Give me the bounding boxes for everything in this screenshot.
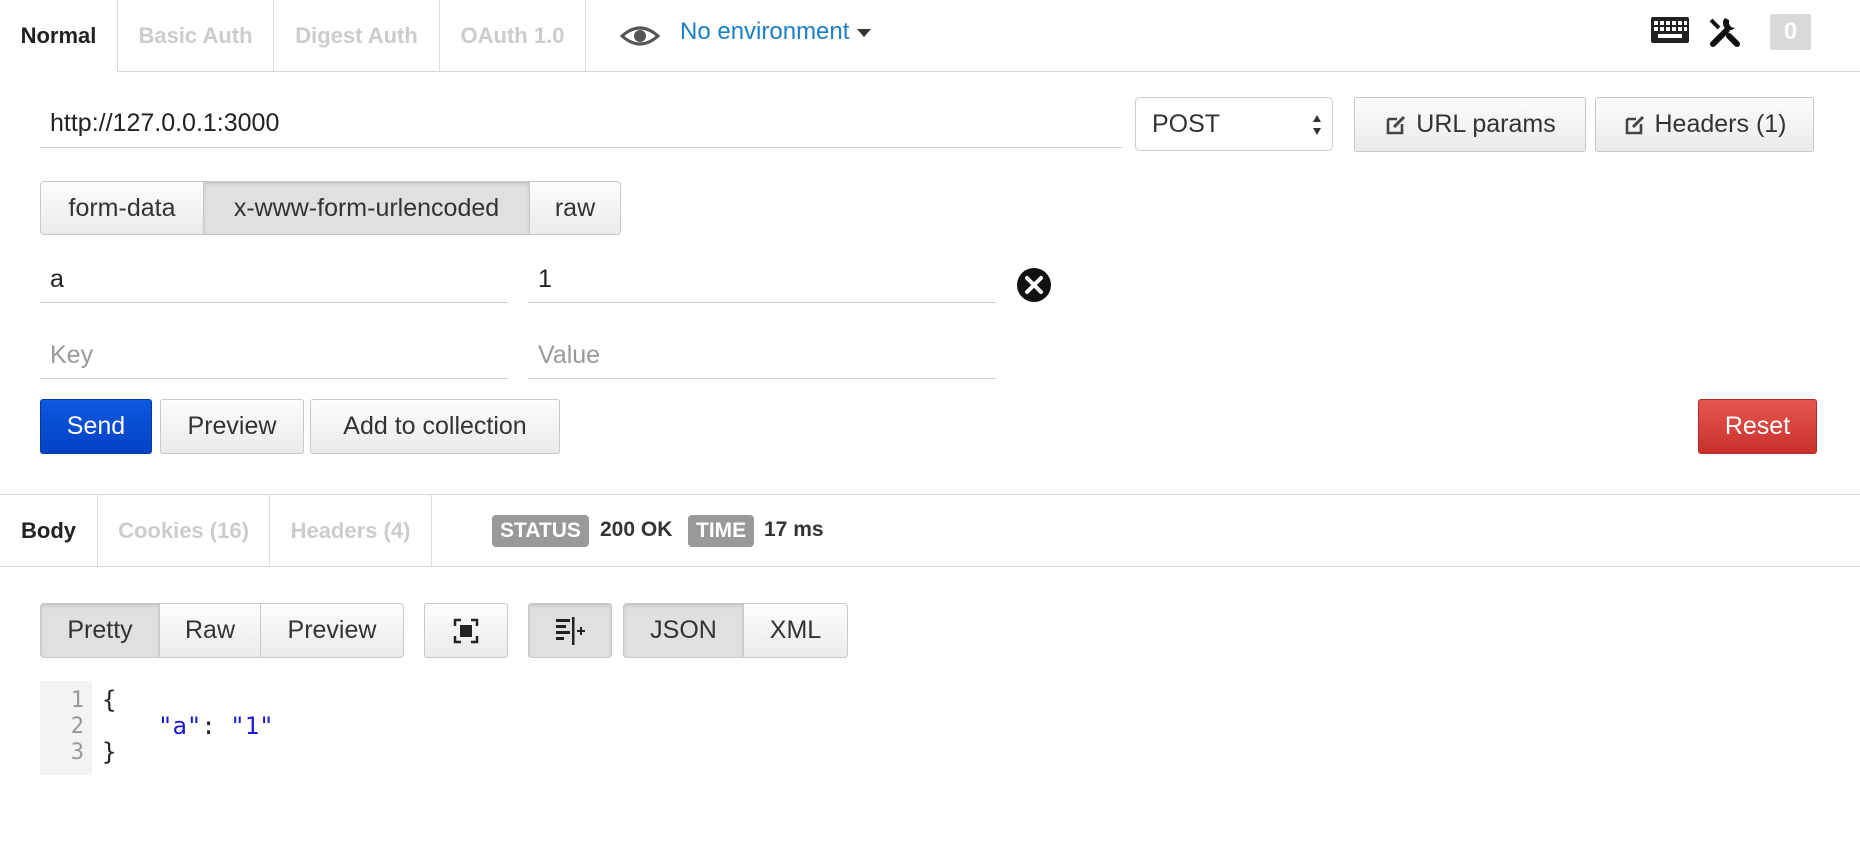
body-type-urlencoded[interactable]: x-www-form-urlencoded [203, 181, 530, 235]
method-label: POST [1152, 109, 1221, 138]
json-open-brace: { [102, 686, 117, 714]
new-key-input[interactable] [40, 333, 508, 379]
url-input[interactable] [40, 100, 1122, 148]
line-number: 3 [70, 740, 84, 765]
status-label: STATUS [492, 515, 589, 547]
add-to-collection-button[interactable]: Add to collection [310, 399, 560, 454]
time-value: 17 ms [764, 518, 824, 541]
keyboard-icon[interactable] [1650, 16, 1690, 44]
environment-dropdown[interactable]: No environment [680, 18, 872, 46]
param-value-input[interactable] [528, 257, 996, 303]
time-label: TIME [688, 515, 755, 547]
format-xml[interactable]: XML [743, 603, 848, 658]
body-type-raw[interactable]: raw [529, 181, 621, 235]
fullscreen-button[interactable] [424, 603, 508, 658]
caret-down-icon [857, 28, 872, 37]
tab-digest-auth[interactable]: Digest Auth [274, 0, 440, 71]
tab-response-headers[interactable]: Headers (4) [270, 495, 432, 567]
wrench-icon[interactable] [1707, 14, 1741, 48]
format-json[interactable]: JSON [623, 603, 744, 658]
view-pretty[interactable]: Pretty [40, 603, 160, 658]
json-colon: : [201, 712, 231, 740]
send-button[interactable]: Send [40, 399, 152, 454]
tab-body[interactable]: Body [0, 495, 98, 567]
body-type-form-data[interactable]: form-data [40, 181, 204, 235]
json-key: "a" [158, 712, 202, 740]
json-close-brace: } [102, 738, 117, 766]
edit-icon [1625, 115, 1644, 134]
tab-normal[interactable]: Normal [0, 0, 118, 72]
fullscreen-icon [453, 618, 479, 643]
wrap-lines-button[interactable] [528, 603, 612, 658]
status-value: 200 OK [600, 518, 673, 541]
notification-badge[interactable]: 0 [1770, 14, 1811, 50]
auth-tabs-bar: Normal Basic Auth Digest Auth OAuth 1.0 … [0, 0, 1860, 72]
preview-button[interactable]: Preview [160, 399, 304, 454]
remove-param-icon[interactable] [1016, 267, 1052, 303]
json-value: "1" [230, 712, 274, 740]
tab-cookies[interactable]: Cookies (16) [98, 495, 270, 567]
headers-button[interactable]: Headers (1) [1595, 97, 1814, 152]
method-select[interactable]: POST [1135, 97, 1333, 151]
edit-icon [1386, 115, 1406, 134]
wrap-lines-icon [556, 616, 585, 645]
json-line: "a": "1" [158, 712, 274, 740]
response-tabs-bar: Body Cookies (16) Headers (4) [0, 494, 1860, 567]
environment-label: No environment [680, 18, 850, 45]
view-preview[interactable]: Preview [260, 603, 404, 658]
line-number: 2 [70, 714, 84, 739]
select-arrows-icon [1313, 115, 1321, 135]
url-params-button[interactable]: URL params [1354, 97, 1586, 152]
new-value-input[interactable] [528, 333, 996, 379]
line-number: 1 [70, 688, 84, 713]
tab-basic-auth[interactable]: Basic Auth [118, 0, 274, 71]
param-key-input[interactable] [40, 257, 508, 303]
tab-oauth[interactable]: OAuth 1.0 [440, 0, 586, 71]
headers-label: Headers (1) [1654, 110, 1787, 138]
reset-button[interactable]: Reset [1698, 399, 1817, 454]
view-raw[interactable]: Raw [159, 603, 261, 658]
url-params-label: URL params [1416, 110, 1556, 138]
eye-icon[interactable] [620, 22, 660, 50]
